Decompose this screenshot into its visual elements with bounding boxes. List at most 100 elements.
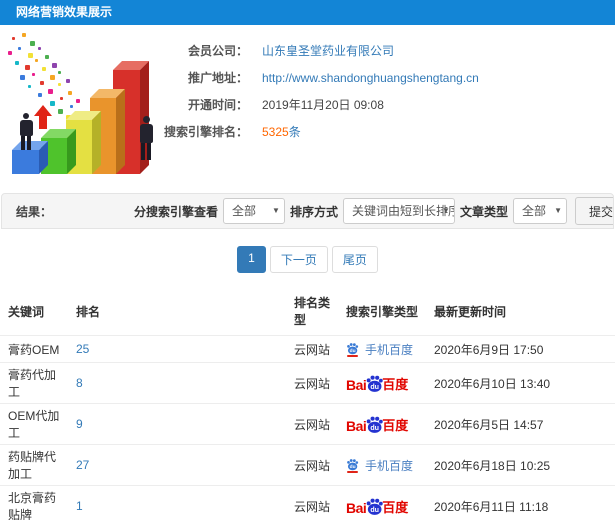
updated-cell: 2020年6月5日 14:57: [428, 403, 615, 445]
table-row: 北京膏药贴牌 1 云网站 Bai du 百度 2020年6月11日 11:18: [0, 485, 615, 520]
rank-cell: 27: [70, 444, 288, 486]
submit-button[interactable]: 提交: [574, 197, 613, 225]
baidu-logo-cn: 百度: [382, 376, 409, 392]
confetti-dot: [38, 47, 41, 50]
results-table-body: 膏药OEM 25 云网站 du 手机百度 2020年6月9日 17:50 膏药代加工 8 云网站…: [0, 335, 615, 520]
chevron-down-icon: ▼: [272, 206, 280, 215]
updated-cell: 2020年6月10日 13:40: [428, 362, 615, 404]
confetti-dot: [28, 85, 31, 88]
confetti-dot: [60, 97, 63, 100]
baidu-logo-bai: Bai: [346, 417, 367, 434]
chevron-down-icon: ▼: [442, 206, 450, 215]
mobile-baidu-logo: du 手机百度: [346, 341, 413, 358]
rank-link[interactable]: 25: [76, 342, 89, 356]
red-underline: [347, 354, 358, 357]
last-page-button[interactable]: 尾页: [331, 246, 378, 273]
rank-link[interactable]: 8: [76, 376, 83, 390]
mobile-baidu-logo: du 手机百度: [346, 457, 413, 474]
header-rank: 排名: [76, 304, 101, 319]
engine-cell: du 手机百度: [340, 335, 428, 363]
table-row: 膏药代加工 8 云网站 Bai du 百度 2020年6月10日 13:40: [0, 362, 615, 404]
updated-cell: 2020年6月9日 17:50: [428, 335, 615, 363]
confetti-dot: [28, 53, 33, 58]
filter-bar: 结果： 分搜索引擎查看 全部 ▼ 排序方式 关键词由短到长排序 ▼ 文章类型 全…: [1, 193, 614, 229]
article-type-label: 文章类型: [459, 204, 508, 219]
confetti-dot: [30, 41, 35, 46]
confetti-dot: [70, 105, 73, 108]
bar-chart-bar: [12, 141, 48, 174]
svg-text:du: du: [350, 348, 356, 354]
engine-rank-value: 5325条: [262, 123, 301, 140]
confetti-dot: [40, 81, 44, 85]
article-type-select[interactable]: 全部 ▼: [512, 198, 567, 224]
rank-link[interactable]: 1: [76, 499, 83, 513]
updated-cell: 2020年6月18日 10:25: [428, 444, 615, 486]
updated-cell: 2020年6月11日 11:18: [428, 485, 615, 520]
up-arrow-icon: [34, 105, 52, 129]
results-table: 关键词 排名 排名类型 搜索引擎类型 最新更新时间 膏药OEM 25 云网站 du 手机…: [0, 287, 615, 520]
svg-text:du: du: [350, 464, 356, 470]
mobile-baidu-paw-icon: du: [346, 342, 359, 357]
confetti-dot: [32, 73, 35, 76]
baidu-paw-icon: du: [347, 342, 359, 354]
baidu-paw-icon: du: [347, 458, 359, 470]
rank-type-cell: 云网站: [288, 362, 340, 404]
open-time-value: 2019年11月20日 09:08: [262, 98, 384, 112]
engine-filter-label: 分搜索引擎查看: [133, 204, 218, 219]
keyword-cell: 药贴牌代加工: [0, 444, 70, 486]
rank-type-cell: 云网站: [288, 335, 340, 363]
keyword-cell: OEM代加工: [0, 403, 70, 445]
pagination: 1 下一页 尾页: [0, 246, 615, 273]
sort-filter-label: 排序方式: [289, 204, 338, 219]
baidu-logo-cn: 百度: [382, 417, 409, 433]
confetti-dot: [76, 99, 80, 103]
confetti-dot: [18, 47, 21, 50]
red-underline: [347, 470, 358, 473]
promo-url-link[interactable]: http://www.shandonghuangshengtang.cn: [262, 71, 479, 85]
confetti-dot: [20, 75, 25, 80]
rank-cell: 1: [70, 485, 288, 520]
mobile-baidu-paw-icon: du: [346, 458, 359, 473]
page-title: 网络营销效果展示: [16, 5, 113, 19]
rank-link[interactable]: 27: [76, 458, 89, 472]
next-page-button[interactable]: 下一页: [269, 246, 328, 273]
confetti-dot: [66, 79, 70, 83]
page-1-button[interactable]: 1: [237, 246, 266, 273]
rank-unit: 条: [288, 125, 301, 139]
info-section: 会员公司： 山东皇圣堂药业有限公司 推广地址： http://www.shand…: [0, 25, 615, 193]
rank-cell: 9: [70, 403, 288, 445]
info-fields: 会员公司： 山东皇圣堂药业有限公司 推广地址： http://www.shand…: [158, 25, 615, 145]
article-type-value: 全部: [521, 204, 546, 218]
baidu-logo-cn: 百度: [382, 499, 409, 515]
confetti-dot: [58, 71, 61, 74]
company-link[interactable]: 山东皇圣堂药业有限公司: [262, 42, 394, 59]
svg-text:du: du: [371, 423, 380, 431]
rank-type-cell: 云网站: [288, 444, 340, 486]
header-engine-type: 搜索引擎类型: [346, 304, 419, 319]
table-row: 药贴牌代加工 27 云网站 du 手机百度 2020年6月18日 10:25: [0, 444, 615, 486]
table-row: 膏药OEM 25 云网站 du 手机百度 2020年6月9日 17:50: [0, 335, 615, 363]
rank-type-cell: 云网站: [288, 403, 340, 445]
mobile-baidu-label: 手机百度: [365, 458, 414, 473]
sort-filter-value: 关键词由短到长排序: [351, 204, 455, 218]
table-row: OEM代加工 9 云网站 Bai du 百度 2020年6月5日 14:57: [0, 403, 615, 445]
sort-filter-select[interactable]: 关键词由短到长排序 ▼: [342, 198, 455, 224]
baidu-logo: Bai du 百度: [346, 415, 408, 434]
keyword-cell: 膏药OEM: [0, 335, 70, 363]
growth-chart-graphic: [0, 27, 190, 185]
engine-filter-select[interactable]: 全部 ▼: [222, 198, 285, 224]
rank-link[interactable]: 9: [76, 417, 83, 431]
businessman-figure: [17, 113, 35, 150]
table-header-row: 关键词 排名 排名类型 搜索引擎类型 最新更新时间: [0, 287, 615, 336]
mobile-baidu-label: 手机百度: [365, 342, 414, 357]
keyword-cell: 北京膏药贴牌: [0, 485, 70, 520]
confetti-dot: [52, 63, 57, 68]
engine-cell: Bai du 百度: [340, 362, 428, 404]
confetti-dot: [68, 91, 72, 95]
engine-filter-value: 全部: [231, 204, 256, 218]
engine-cell: Bai du 百度: [340, 485, 428, 520]
header-updated: 最新更新时间: [434, 304, 507, 319]
confetti-dot: [25, 65, 30, 70]
confetti-dot: [45, 55, 49, 59]
chevron-down-icon: ▼: [554, 206, 562, 215]
